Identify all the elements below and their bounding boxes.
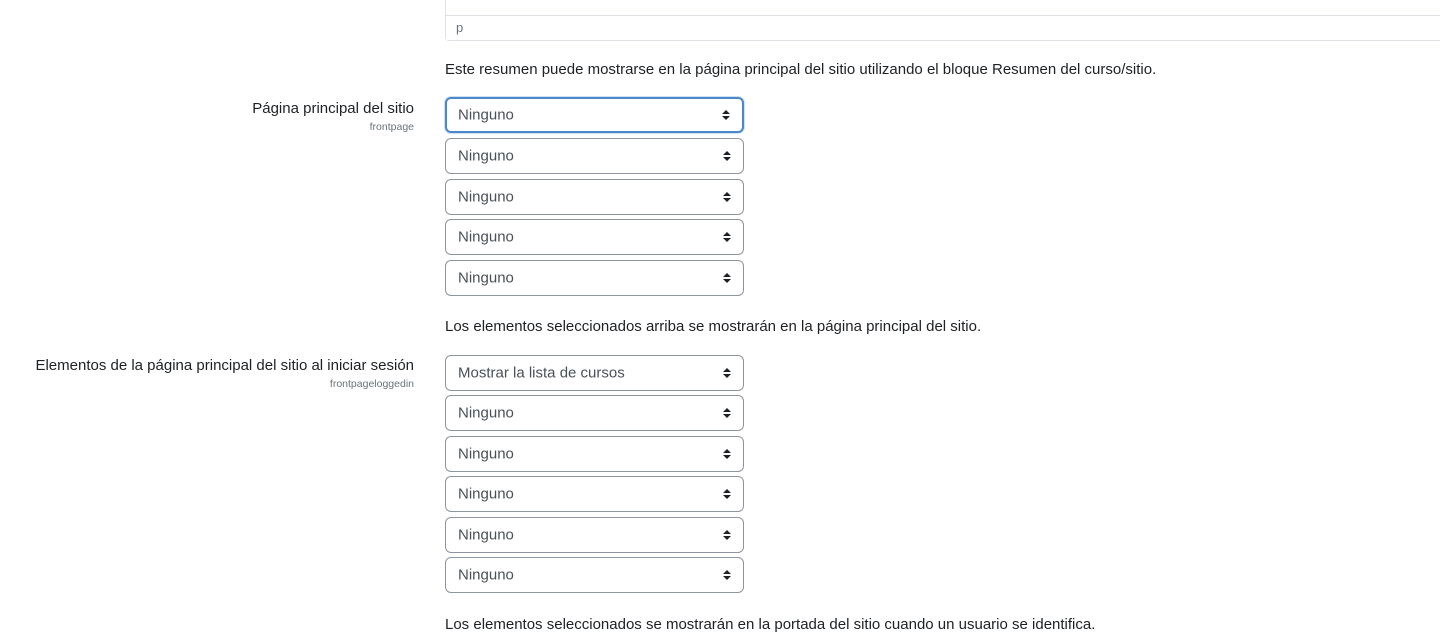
frontpageloggedin-select-4[interactable]: Ninguno [445,476,744,512]
frontpage-setting-name: frontpage [369,121,414,133]
frontpageloggedin-select-2[interactable]: Ninguno [445,395,744,431]
frontpageloggedin-setting-name: frontpageloggedin [329,378,414,390]
frontpage-label-text: Página principal del sitio [252,100,414,117]
select-value: Mostrar la lista de cursos [458,364,625,382]
up-down-caret-icon [722,110,730,120]
frontpageloggedin-label: Elementos de la página principal del sit… [35,357,414,390]
frontpageloggedin-select-1[interactable]: Mostrar la lista de cursos [445,355,744,391]
summary-editor[interactable]: p [445,0,1440,41]
up-down-caret-icon [723,232,731,242]
up-down-caret-icon [723,192,731,202]
frontpageloggedin-label-text: Elementos de la página principal del sit… [35,357,414,374]
frontpageloggedin-select-6[interactable]: Ninguno [445,557,744,593]
frontpage-label: Página principal del sitio frontpage [252,100,414,133]
up-down-caret-icon [723,489,731,499]
settings-page: p Este resumen puede mostrarse en la pág… [0,0,1440,634]
frontpageloggedin-description: Los elementos seleccionados se mostrarán… [445,616,1096,633]
select-value: Ninguno [458,485,514,503]
up-down-caret-icon [723,408,731,418]
frontpageloggedin-select-5[interactable]: Ninguno [445,517,744,553]
frontpage-select-2[interactable]: Ninguno [445,138,744,174]
select-value: Ninguno [458,106,514,124]
up-down-caret-icon [723,449,731,459]
frontpage-description: Los elementos seleccionados arriba se mo… [445,318,982,335]
up-down-caret-icon [723,368,731,378]
select-value: Ninguno [458,566,514,584]
frontpage-select-1[interactable]: Ninguno [445,97,744,133]
editor-element-path[interactable]: p [456,20,463,35]
select-value: Ninguno [458,526,514,544]
select-value: Ninguno [458,404,514,422]
frontpage-select-5[interactable]: Ninguno [445,260,744,296]
select-value: Ninguno [458,269,514,287]
up-down-caret-icon [723,570,731,580]
editor-status-bar: p [446,15,1440,40]
select-value: Ninguno [458,147,514,165]
select-value: Ninguno [458,228,514,246]
up-down-caret-icon [723,530,731,540]
frontpageloggedin-select-3[interactable]: Ninguno [445,436,744,472]
select-value: Ninguno [458,445,514,463]
up-down-caret-icon [723,151,731,161]
frontpage-select-3[interactable]: Ninguno [445,179,744,215]
select-value: Ninguno [458,188,514,206]
summary-description: Este resumen puede mostrarse en la págin… [445,61,1157,78]
up-down-caret-icon [723,273,731,283]
frontpage-select-4[interactable]: Ninguno [445,219,744,255]
